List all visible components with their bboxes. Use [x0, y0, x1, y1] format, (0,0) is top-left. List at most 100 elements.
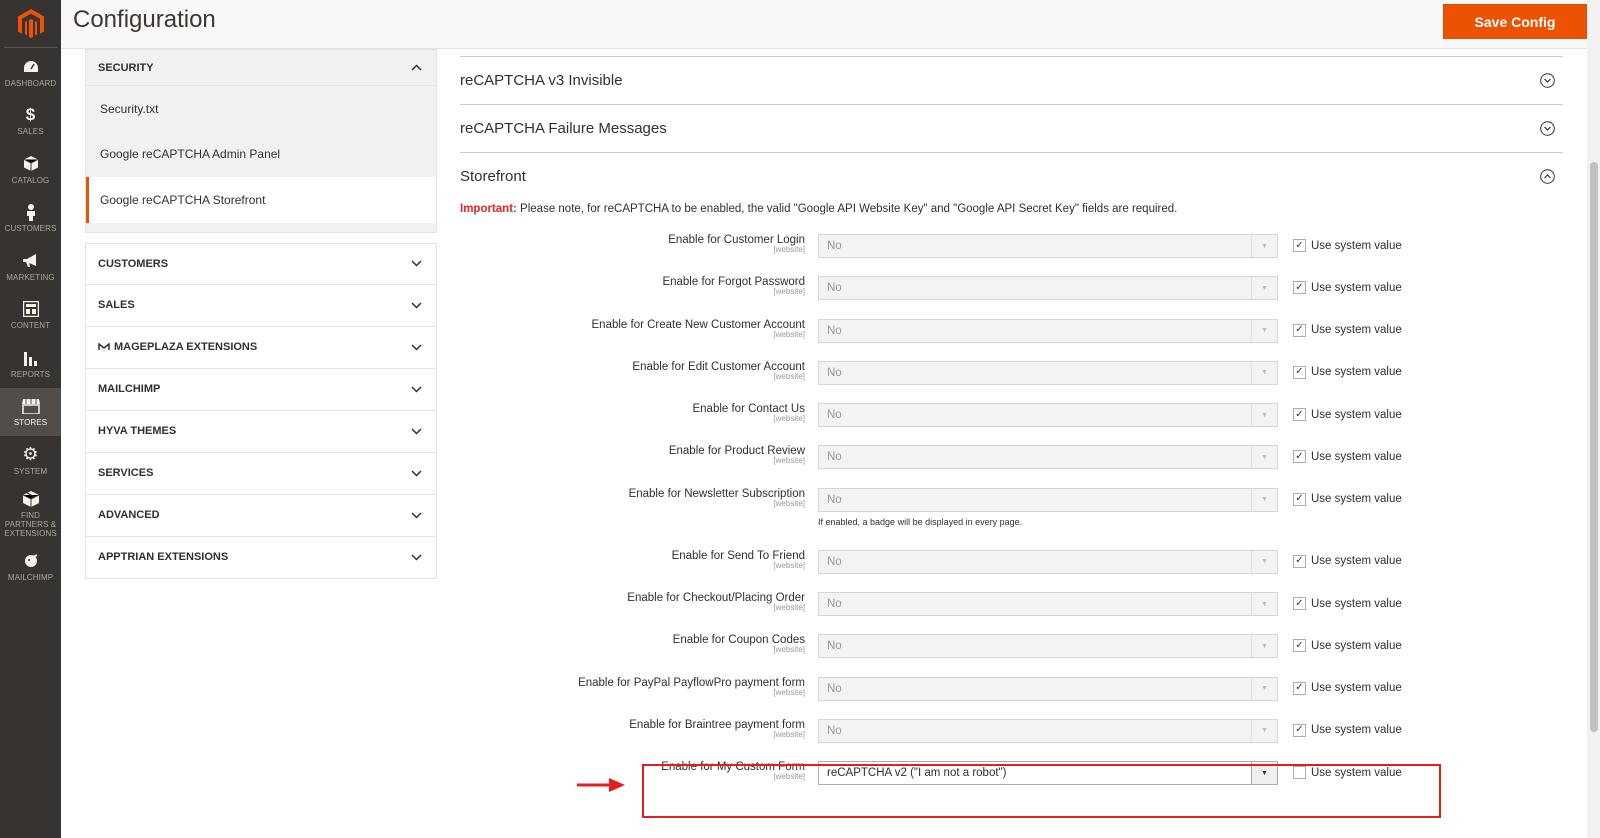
- checkbox-checked-icon[interactable]: ✓: [1293, 281, 1306, 295]
- scroll-thumb[interactable]: [1590, 162, 1598, 732]
- chevron-up-icon: [411, 64, 422, 71]
- field-select[interactable]: No ▼: [818, 549, 1278, 574]
- sidebar-spacer: [86, 222, 436, 233]
- checkbox-checked-icon[interactable]: ✓: [1293, 639, 1306, 653]
- field-scope: [website]: [773, 560, 805, 570]
- field-select[interactable]: No ▼: [818, 487, 1278, 512]
- save-config-button[interactable]: Save Config: [1443, 4, 1587, 39]
- sidebar-section-mageplaza[interactable]: MAGEPLAZA EXTENSIONS: [85, 326, 437, 369]
- select-arrow-icon: ▼: [1251, 719, 1277, 742]
- field-select[interactable]: No ▼: [818, 592, 1278, 617]
- select-arrow-icon: ▼: [1251, 593, 1277, 616]
- checkbox-checked-icon[interactable]: ✓: [1293, 408, 1306, 422]
- field-select-value: No: [827, 598, 842, 611]
- nav-reports[interactable]: REPORTS: [0, 339, 61, 388]
- checkbox-checked-icon[interactable]: ✓: [1293, 365, 1306, 379]
- field-select[interactable]: No ▼: [818, 403, 1278, 428]
- box-icon: [23, 154, 38, 174]
- nav-sales[interactable]: $ SALES: [0, 97, 61, 146]
- field-select-value: No: [827, 324, 842, 337]
- group-storefront[interactable]: Storefront: [460, 152, 1563, 200]
- bar-chart-icon: [23, 348, 39, 368]
- field-scope: [website]: [773, 414, 805, 424]
- sidebar-item-recaptcha-storefront[interactable]: Google reCAPTCHA Storefront: [86, 177, 436, 223]
- use-system-value-checkbox[interactable]: ✓ Use system value: [1293, 723, 1402, 737]
- chevron-down-icon: [411, 260, 422, 267]
- select-arrow-icon: ▼: [1251, 404, 1277, 427]
- magento-logo-icon[interactable]: [4, 0, 57, 48]
- nav-catalog[interactable]: CATALOG: [0, 145, 61, 194]
- use-system-value-checkbox[interactable]: ✓ Use system value: [1293, 554, 1402, 568]
- checkbox-checked-icon[interactable]: ✓: [1293, 723, 1306, 737]
- chevron-down-icon: [411, 301, 422, 309]
- use-system-value-checkbox[interactable]: ✓ Use system value: [1293, 239, 1402, 252]
- sidebar-section-apptrian[interactable]: APPTRIAN EXTENSIONS: [85, 536, 437, 579]
- checkbox-checked-icon[interactable]: ✓: [1293, 597, 1306, 611]
- field-select[interactable]: No ▼: [818, 634, 1278, 659]
- field-scope: [website]: [773, 287, 805, 297]
- checkbox-checked-icon[interactable]: ✓: [1293, 492, 1306, 506]
- important-note: Important: Please note, for reCAPTCHA to…: [460, 203, 1178, 215]
- field-row-enable-for-send-to-friend: Enable for Send To Friend [website] No ▼…: [460, 548, 1563, 590]
- field-select[interactable]: No ▼: [818, 276, 1278, 301]
- use-system-value-label: Use system value: [1311, 493, 1402, 506]
- sidebar-section-hyva[interactable]: HYVA THEMES: [85, 410, 437, 453]
- sidebar-section-advanced[interactable]: ADVANCED: [85, 494, 437, 537]
- field-select[interactable]: No ▼: [818, 360, 1278, 385]
- use-system-value-checkbox[interactable]: ✓ Use system value: [1293, 281, 1402, 295]
- checkbox-checked-icon[interactable]: ✓: [1293, 681, 1306, 695]
- sidebar-section-mailchimp[interactable]: MAILCHIMP: [85, 368, 437, 411]
- use-system-value-checkbox[interactable]: ✓ Use system value: [1293, 408, 1402, 422]
- nav-marketing[interactable]: MARKETING: [0, 242, 61, 291]
- field-label: Enable for PayPal PayflowPro payment for…: [465, 677, 805, 697]
- sidebar-item-security-txt[interactable]: Security.txt: [86, 86, 436, 132]
- use-system-value-checkbox[interactable]: ✓ Use system value: [1293, 365, 1402, 379]
- field-label: Enable for Send To Friend [website]: [465, 550, 805, 570]
- nav-system[interactable]: ⚙ SYSTEM: [0, 436, 61, 485]
- sidebar-section-services[interactable]: SERVICES: [85, 452, 437, 495]
- use-system-value-checkbox[interactable]: ✓ Use system value: [1293, 681, 1402, 695]
- sidebar-item-recaptcha-admin[interactable]: Google reCAPTCHA Admin Panel: [86, 132, 436, 178]
- checkbox-checked-icon[interactable]: ✓: [1293, 323, 1306, 337]
- field-select[interactable]: No ▼: [818, 318, 1278, 343]
- group-recaptcha-failure[interactable]: reCAPTCHA Failure Messages: [460, 104, 1563, 152]
- use-system-value-checkbox[interactable]: ✓ Use system value: [1293, 323, 1402, 337]
- group-recaptcha-v3[interactable]: reCAPTCHA v3 Invisible: [460, 56, 1563, 104]
- nav-content[interactable]: CONTENT: [0, 291, 61, 340]
- checkbox-checked-icon[interactable]: ✓: [1293, 554, 1306, 568]
- field-hint: If enabled, a badge will be displayed in…: [818, 516, 1023, 527]
- field-select[interactable]: No ▼: [818, 234, 1278, 258]
- field-select[interactable]: No ▼: [818, 718, 1278, 743]
- checkbox-checked-icon[interactable]: ✓: [1293, 450, 1306, 464]
- use-system-value-checkbox[interactable]: ✓ Use system value: [1293, 597, 1402, 611]
- field-select[interactable]: No ▼: [818, 445, 1278, 470]
- use-system-value-label: Use system value: [1311, 408, 1402, 421]
- field-select-value: No: [827, 724, 842, 737]
- nav-dashboard[interactable]: DASHBOARD: [0, 48, 61, 97]
- select-arrow-icon: ▼: [1251, 635, 1277, 658]
- nav-stores[interactable]: STORES: [0, 387, 61, 436]
- select-arrow-icon: ▼: [1251, 319, 1277, 342]
- dashboard-icon: [23, 57, 39, 77]
- field-label: Enable for Product Review [website]: [465, 445, 805, 465]
- select-arrow-icon: ▼: [1251, 446, 1277, 469]
- field-select[interactable]: No ▼: [818, 676, 1278, 701]
- field-scope: [website]: [773, 371, 805, 381]
- use-system-value-checkbox[interactable]: ✓ Use system value: [1293, 450, 1402, 464]
- nav-customers[interactable]: CUSTOMERS: [0, 194, 61, 243]
- use-system-value-checkbox[interactable]: ✓ Use system value: [1293, 492, 1402, 506]
- sidebar-section-customers[interactable]: CUSTOMERS: [85, 242, 437, 285]
- nav-mailchimp[interactable]: MAILCHIMP: [0, 543, 61, 592]
- sidebar-section-security[interactable]: SECURITY: [85, 49, 437, 86]
- checkbox-checked-icon[interactable]: ✓: [1293, 239, 1306, 252]
- sidebar-section-sales[interactable]: SALES: [85, 284, 437, 327]
- package-icon: [22, 489, 39, 509]
- page-scrollbar[interactable]: [1587, 0, 1600, 838]
- field-label: Enable for Braintree payment form [websi…: [465, 719, 805, 739]
- field-select-value: No: [827, 282, 842, 295]
- chevron-down-icon: [411, 343, 422, 351]
- use-system-value-label: Use system value: [1311, 724, 1402, 737]
- use-system-value-checkbox[interactable]: ✓ Use system value: [1293, 639, 1402, 653]
- use-system-value-label: Use system value: [1311, 281, 1402, 294]
- nav-find-partners[interactable]: FIND PARTNERS & EXTENSIONS: [0, 485, 61, 543]
